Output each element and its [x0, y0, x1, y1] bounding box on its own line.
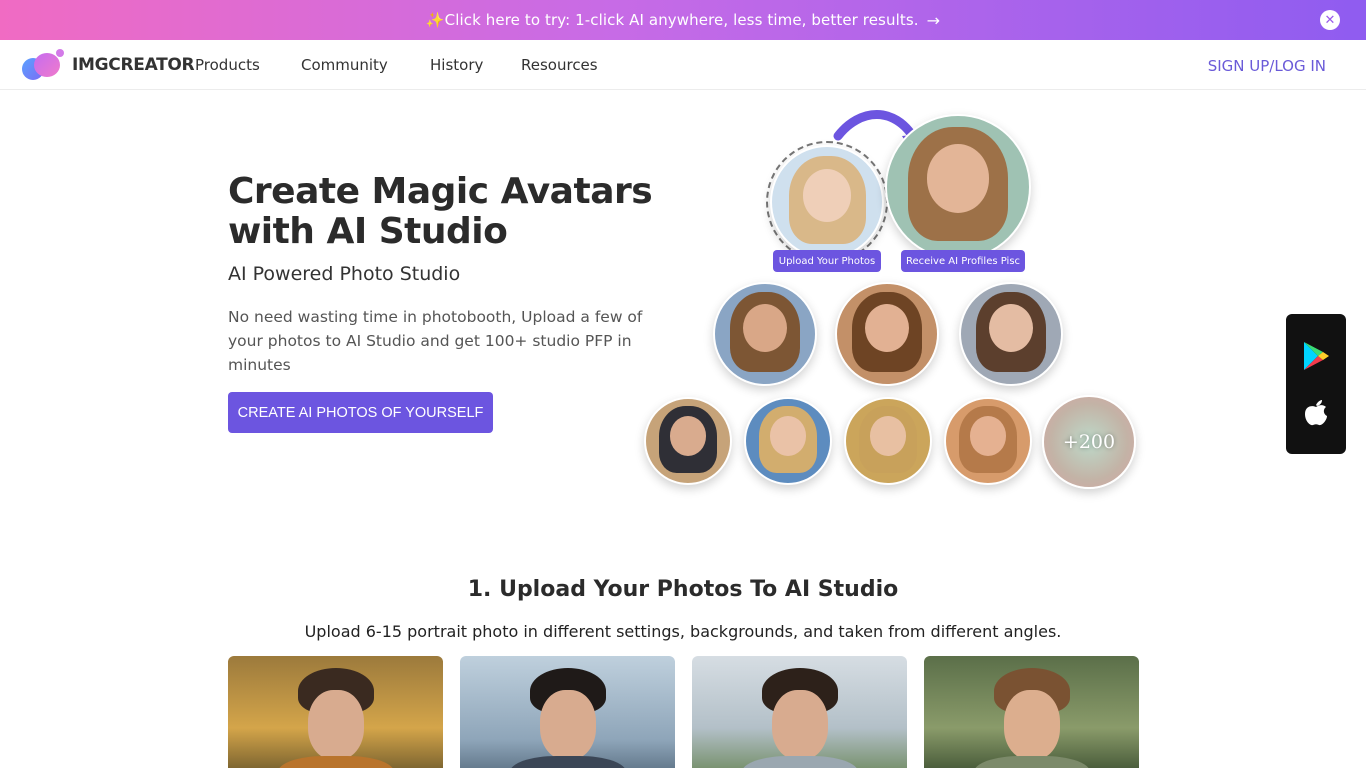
section-title: 1. Upload Your Photos To AI Studio — [467, 577, 899, 602]
top-nav: IMGCREATOR Products Community History Re… — [0, 40, 1366, 90]
upload-label: Upload Your Photos — [773, 250, 881, 272]
logo-text: IMGCREATOR — [72, 55, 195, 75]
avatar-armor — [644, 397, 732, 485]
sample-photo-city — [460, 656, 675, 768]
nav-community[interactable]: Community — [301, 56, 388, 74]
google-play-icon[interactable] — [1300, 340, 1332, 372]
promo-link[interactable]: ✨Click here to try: 1-click AI anywhere,… — [426, 11, 940, 30]
avatar-city — [959, 282, 1063, 386]
sample-photo-forest — [924, 656, 1139, 768]
avatar-gold — [844, 397, 932, 485]
logo[interactable]: IMGCREATOR — [20, 49, 195, 81]
nav-history[interactable]: History — [430, 56, 483, 74]
receive-label: Receive AI Profiles Pisc — [901, 250, 1025, 272]
avatar-warrior — [713, 282, 817, 386]
sample-photo-park — [692, 656, 907, 768]
promo-text: ✨Click here to try: 1-click AI anywhere,… — [425, 11, 919, 29]
avatar-more: +200 — [1042, 395, 1136, 489]
avatar-glam — [835, 282, 939, 386]
close-icon[interactable]: ✕ — [1320, 10, 1340, 30]
upload-photo-avatar — [770, 145, 884, 259]
logo-mark-icon — [20, 49, 66, 81]
nav-products[interactable]: Products — [195, 56, 260, 74]
hero-description: No need wasting time in photobooth, Uplo… — [228, 308, 643, 374]
avatar-cowgirl — [944, 397, 1032, 485]
apple-icon[interactable] — [1300, 396, 1332, 428]
app-download-panel — [1286, 314, 1346, 454]
section-subtitle: Upload 6-15 portrait photo in different … — [304, 622, 1062, 641]
signup-login-link[interactable]: SIGN UP/LOG IN — [1208, 57, 1326, 75]
ai-profile-avatar — [885, 114, 1031, 260]
sample-photo-autumn — [228, 656, 443, 768]
nav-resources[interactable]: Resources — [521, 56, 598, 74]
hero-subtitle: AI Powered Photo Studio — [228, 263, 461, 285]
more-count: +200 — [1062, 431, 1116, 453]
avatar-hero — [744, 397, 832, 485]
create-ai-photos-button[interactable]: CREATE AI PHOTOS OF YOURSELF — [228, 392, 493, 433]
arrow-right-icon: → — [926, 10, 941, 30]
hero-title: Create Magic Avatars with AI Studio — [228, 171, 653, 252]
promo-banner: ✨Click here to try: 1-click AI anywhere,… — [0, 0, 1366, 40]
